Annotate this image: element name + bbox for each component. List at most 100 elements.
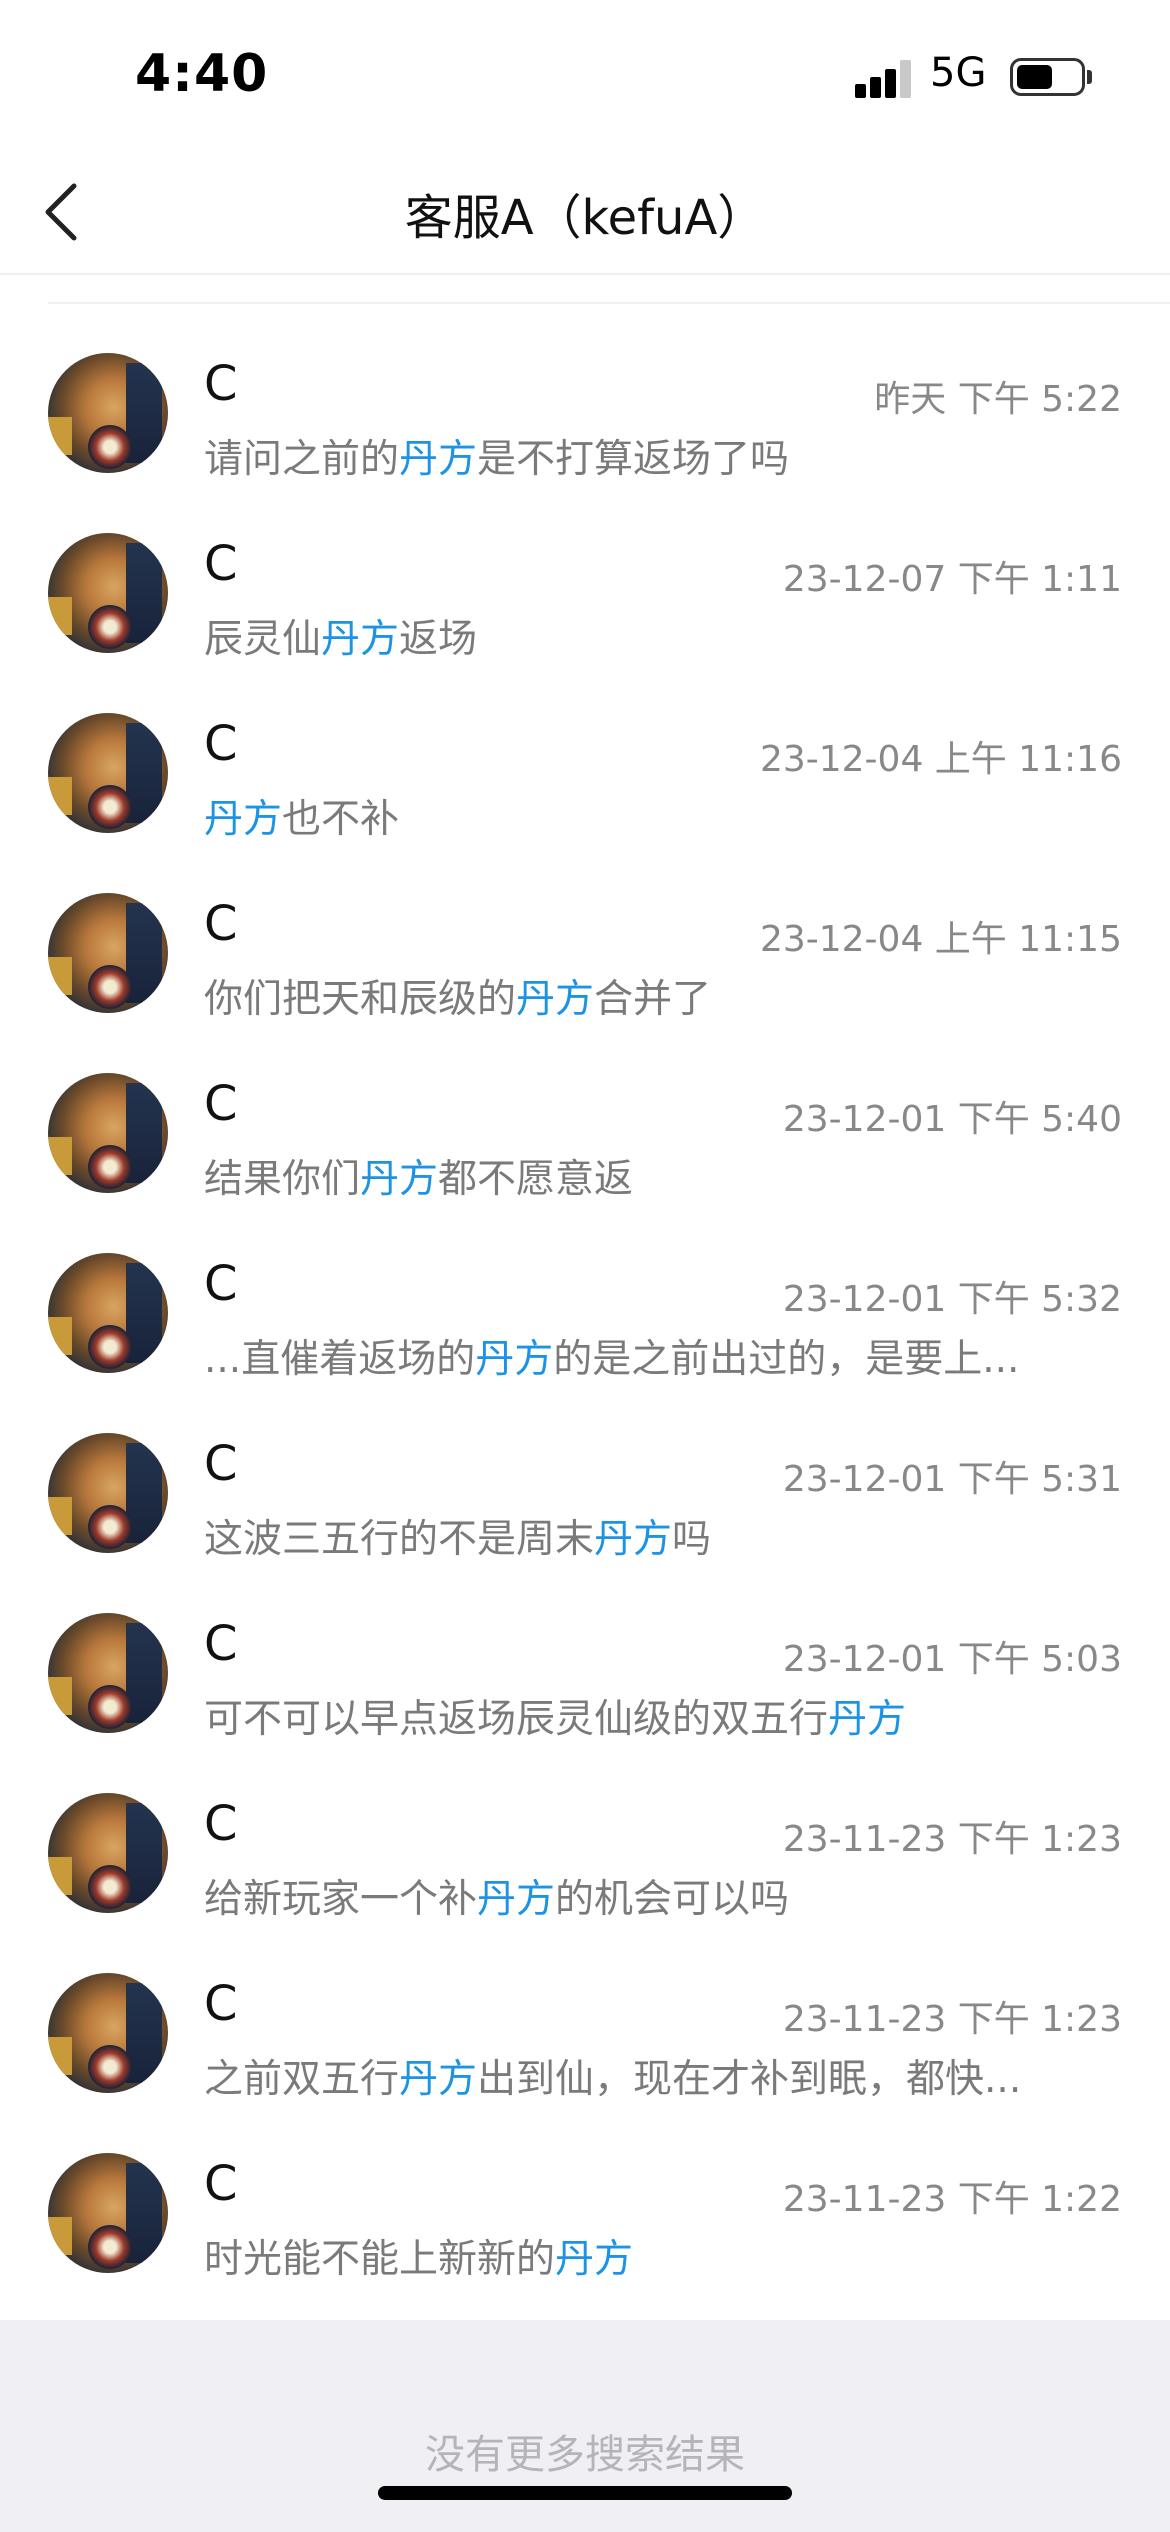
search-result-item[interactable]: C 23-12-04 上午 11:15 你们把天和辰级的丹方合并了 bbox=[0, 870, 1170, 1050]
avatar-detail bbox=[48, 1317, 72, 1355]
sender-name: C bbox=[204, 1076, 238, 1132]
avatar-detail bbox=[88, 1865, 132, 1909]
network-type: 5G bbox=[930, 50, 987, 96]
sender-name: C bbox=[204, 356, 238, 412]
avatar-detail bbox=[48, 1137, 72, 1175]
avatar-detail bbox=[88, 425, 132, 469]
snippet-text: 的机会可以吗 bbox=[555, 1877, 790, 1922]
snippet-text: 你们把天和辰级的 bbox=[204, 977, 517, 1022]
avatar bbox=[48, 353, 168, 473]
avatar bbox=[48, 1433, 168, 1553]
snippet-text: 时光能不能上新新的 bbox=[204, 2237, 556, 2282]
snippet-text: 是不打算返场了吗 bbox=[477, 437, 790, 482]
avatar-detail bbox=[48, 957, 72, 995]
message-snippet: 时光能不能上新新的丹方 bbox=[204, 2228, 633, 2284]
snippet-text: 给新玩家一个补 bbox=[204, 1877, 478, 1922]
sender-name: C bbox=[204, 536, 238, 592]
list-divider bbox=[48, 302, 1170, 304]
message-time: 昨天 下午 5:22 bbox=[874, 379, 1122, 420]
avatar-detail bbox=[48, 1497, 72, 1535]
message-snippet: 之前双五行丹方出到仙，现在才补到眠，都快... bbox=[204, 2048, 1021, 2104]
snippet-text: 返场 bbox=[399, 617, 478, 662]
avatar-detail bbox=[88, 2225, 132, 2269]
search-result-item[interactable]: C 23-12-01 下午 5:32 ...直催着返场的丹方的是之前出过的，是要上.… bbox=[0, 1230, 1170, 1410]
snippet-text: 结果你们 bbox=[204, 1157, 361, 1202]
avatar bbox=[48, 1613, 168, 1733]
status-bar: 4:40 5G bbox=[0, 0, 1170, 150]
message-time: 23-12-04 上午 11:16 bbox=[759, 739, 1122, 780]
search-result-item[interactable]: C 23-12-01 下午 5:03 可不可以早点返场辰灵仙级的双五行丹方 bbox=[0, 1590, 1170, 1770]
search-result-item[interactable]: C 23-12-01 下午 5:40 结果你们丹方都不愿意返 bbox=[0, 1050, 1170, 1230]
message-time: 23-12-01 下午 5:40 bbox=[782, 1099, 1122, 1140]
nav-divider bbox=[0, 273, 1170, 275]
avatar-detail bbox=[48, 1857, 72, 1895]
keyword-highlight: 丹方 bbox=[321, 617, 400, 662]
snippet-text: 合并了 bbox=[594, 977, 712, 1022]
sender-name: C bbox=[204, 1616, 238, 1672]
sender-name: C bbox=[204, 1256, 238, 1312]
avatar-detail bbox=[48, 2037, 72, 2075]
snippet-text: 之前双五行 bbox=[204, 2057, 400, 2102]
message-snippet: 丹方也不补 bbox=[204, 788, 399, 844]
avatar-detail bbox=[48, 2217, 72, 2255]
keyword-highlight: 丹方 bbox=[399, 437, 478, 482]
snippet-text: 辰灵仙 bbox=[204, 617, 322, 662]
message-time: 23-11-23 下午 1:23 bbox=[782, 1999, 1122, 2040]
search-result-item[interactable]: C 23-12-01 下午 5:31 这波三五行的不是周末丹方吗 bbox=[0, 1410, 1170, 1590]
status-time: 4:40 bbox=[135, 44, 269, 104]
avatar bbox=[48, 1973, 168, 2093]
avatar-detail bbox=[88, 1325, 132, 1369]
keyword-highlight: 丹方 bbox=[555, 2237, 634, 2282]
sender-name: C bbox=[204, 2156, 238, 2212]
snippet-text: 请问之前的 bbox=[204, 437, 400, 482]
avatar-detail bbox=[88, 965, 132, 1009]
footer: 没有更多搜索结果 bbox=[0, 2320, 1170, 2532]
snippet-text: 这波三五行的不是周末 bbox=[204, 1517, 595, 1562]
avatar-detail bbox=[48, 1677, 72, 1715]
keyword-highlight: 丹方 bbox=[399, 2057, 478, 2102]
avatar-detail bbox=[88, 1685, 132, 1729]
message-time: 23-12-07 下午 1:11 bbox=[782, 559, 1122, 600]
snippet-text: 也不补 bbox=[282, 797, 400, 842]
message-time: 23-12-01 下午 5:31 bbox=[782, 1459, 1122, 1500]
page-title: 客服A（kefuA） bbox=[404, 190, 766, 246]
snippet-text: 都不愿意返 bbox=[438, 1157, 634, 1202]
avatar-detail bbox=[48, 777, 72, 815]
keyword-highlight: 丹方 bbox=[475, 1337, 554, 1382]
snippet-text: 吗 bbox=[672, 1517, 712, 1562]
keyword-highlight: 丹方 bbox=[360, 1157, 439, 1202]
snippet-text: 可不可以早点返场辰灵仙级的双五行 bbox=[204, 1697, 829, 1742]
home-indicator bbox=[378, 2486, 792, 2500]
message-time: 23-11-23 下午 1:23 bbox=[782, 1819, 1122, 1860]
keyword-highlight: 丹方 bbox=[477, 1877, 556, 1922]
keyword-highlight: 丹方 bbox=[204, 797, 283, 842]
message-snippet: 这波三五行的不是周末丹方吗 bbox=[204, 1508, 711, 1564]
cellular-signal-icon bbox=[855, 60, 913, 98]
message-snippet: ...直催着返场的丹方的是之前出过的，是要上... bbox=[204, 1328, 1019, 1384]
snippet-text: 的是之前出过的，是要上... bbox=[553, 1337, 1020, 1382]
avatar-detail bbox=[88, 605, 132, 649]
sender-name: C bbox=[204, 1976, 238, 2032]
keyword-highlight: 丹方 bbox=[594, 1517, 673, 1562]
search-result-item[interactable]: C 23-11-23 下午 1:23 给新玩家一个补丹方的机会可以吗 bbox=[0, 1770, 1170, 1950]
sender-name: C bbox=[204, 1436, 238, 1492]
snippet-text: 出到仙，现在才补到眠，都快... bbox=[477, 2057, 1022, 2102]
message-snippet: 结果你们丹方都不愿意返 bbox=[204, 1148, 633, 1204]
no-more-results-text: 没有更多搜索结果 bbox=[425, 2432, 745, 2478]
search-result-item[interactable]: C 昨天 下午 5:22 请问之前的丹方是不打算返场了吗 bbox=[0, 330, 1170, 510]
avatar-detail bbox=[88, 785, 132, 829]
battery-cap bbox=[1087, 70, 1092, 84]
message-snippet: 请问之前的丹方是不打算返场了吗 bbox=[204, 428, 789, 484]
avatar-detail bbox=[88, 2045, 132, 2089]
keyword-highlight: 丹方 bbox=[828, 1697, 907, 1742]
avatar-detail bbox=[48, 417, 72, 455]
nav-bar: 客服A（kefuA） bbox=[0, 150, 1170, 275]
search-result-item[interactable]: C 23-11-23 下午 1:23 之前双五行丹方出到仙，现在才补到眠，都快... bbox=[0, 1950, 1170, 2130]
search-result-item[interactable]: C 23-12-04 上午 11:16 丹方也不补 bbox=[0, 690, 1170, 870]
avatar bbox=[48, 1253, 168, 1373]
sender-name: C bbox=[204, 896, 238, 952]
search-result-item[interactable]: C 23-12-07 下午 1:11 辰灵仙丹方返场 bbox=[0, 510, 1170, 690]
avatar bbox=[48, 1793, 168, 1913]
battery-fill bbox=[1017, 65, 1052, 89]
search-result-item[interactable]: C 23-11-23 下午 1:22 时光能不能上新新的丹方 bbox=[0, 2130, 1170, 2310]
